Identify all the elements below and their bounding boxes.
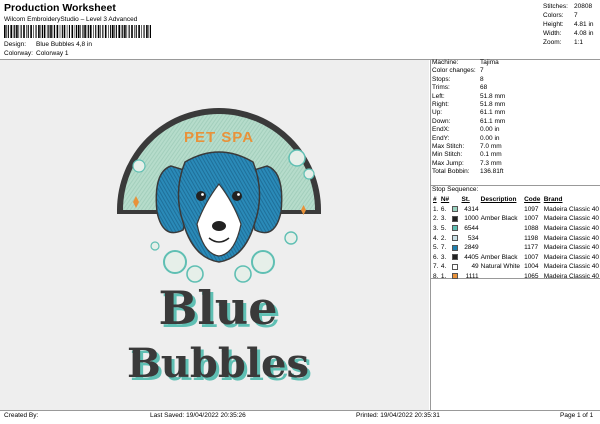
table-row: 7. 4. 49 Natural White 1004 Madeira Classic 4… (433, 263, 599, 271)
colorway-row: Colorway: Colorway 1 (4, 50, 69, 57)
table-row: 5. 7. 2849 1177 Madeira Classic 40 (433, 244, 599, 252)
embroidery-design-preview: PET SPA Blue Blue Bubbles Bubbles (117, 108, 321, 390)
divider (430, 59, 431, 410)
stat-zoom: Zoom: 1:1 (543, 39, 584, 46)
color-swatch (452, 254, 459, 261)
property-row: Down: 61.1 mm (432, 117, 506, 125)
design-row: Design: Blue Bubbles 4,8 in (4, 41, 92, 48)
divider (0, 410, 600, 411)
design-label: Design: (4, 41, 27, 48)
property-row: EndX: 0.00 in (432, 126, 500, 134)
footer-last-saved: Last Saved: 19/04/2022 20:35:26 (150, 412, 246, 419)
color-swatch (452, 215, 459, 222)
table-row: 6. 3. 4405 Amber Black 1007 Madeira Classic 4… (433, 253, 599, 261)
stat-height: Height: 4.81 in (543, 21, 594, 28)
color-swatch (452, 263, 459, 270)
table-row: 8. 1. 1111 1065 Madeira Classic 40 (433, 273, 599, 281)
color-swatch (452, 234, 459, 241)
color-swatch (452, 206, 459, 213)
page-title: Production Worksheet (4, 2, 116, 14)
table-row: 2. 3. 1000 Amber Black 1007 Madeira Classic 4… (433, 215, 599, 223)
property-row: Color changes: 7 (432, 67, 484, 75)
colorway-label: Colorway: (4, 50, 33, 57)
property-row: Trims: 68 (432, 84, 488, 92)
artwork-line1: Blue (158, 281, 277, 335)
table-row: 3. 5. 6544 1088 Madeira Classic 40 (433, 225, 599, 233)
stat-width: Width: 4.08 in (543, 30, 594, 37)
stat-stitches: Stitches: 20808 (543, 3, 593, 10)
property-row: Min Stitch: 0.1 mm (432, 151, 502, 159)
colorway-value: Colorway 1 (36, 50, 69, 57)
artwork-line2: Bubbles (127, 340, 309, 387)
property-row: Right: 51.8 mm (432, 101, 506, 109)
design-stats: Stitches: 20808 Colors: 7 Height: 4.81 in W… (543, 2, 594, 47)
property-row: Total Bobbin: 136.81ft (432, 168, 504, 176)
table-row: 4. 2. 534 1198 Madeira Classic 40 (433, 234, 599, 242)
color-swatch (452, 225, 459, 232)
color-swatch (452, 273, 459, 280)
artwork-top-text: PET SPA (184, 129, 254, 146)
property-row: Machine: Tajima (432, 59, 499, 66)
machine-properties: Machine: Tajima Color changes: 7 Stops: 8 Trim… (432, 59, 600, 177)
property-row: Max Jump: 7.3 mm (432, 159, 502, 167)
property-row: Left: 51.8 mm (432, 92, 506, 100)
software-name: Wilcom EmbroideryStudio – Level 3 Advanc… (4, 16, 138, 23)
footer-created-by: Created By: (4, 412, 39, 419)
table-header-row: # N# St. Description Code Brand (433, 196, 563, 204)
footer-printed: Printed: 19/04/2022 20:35:31 (356, 412, 440, 419)
stop-sequence-table: # N# St. Description Code Brand 1. 6. 4314… (432, 195, 600, 281)
footer-page: Page 1 of 1 (560, 412, 594, 419)
property-row: Stops: 8 (432, 75, 484, 83)
design-value: Blue Bubbles 4,8 in (36, 41, 93, 48)
color-swatch (452, 244, 459, 251)
property-row: Max Stitch: 7.0 mm (432, 143, 502, 151)
stat-colors: Colors: 7 (543, 12, 578, 19)
stop-sequence-heading: Stop Sequence: (432, 186, 479, 193)
property-row: Up: 61.1 mm (432, 109, 506, 117)
property-row: EndY: 0.00 in (432, 134, 500, 142)
table-row: 1. 6. 4314 1097 Madeira Classic 40 (433, 205, 599, 213)
barcode-image (4, 25, 151, 38)
